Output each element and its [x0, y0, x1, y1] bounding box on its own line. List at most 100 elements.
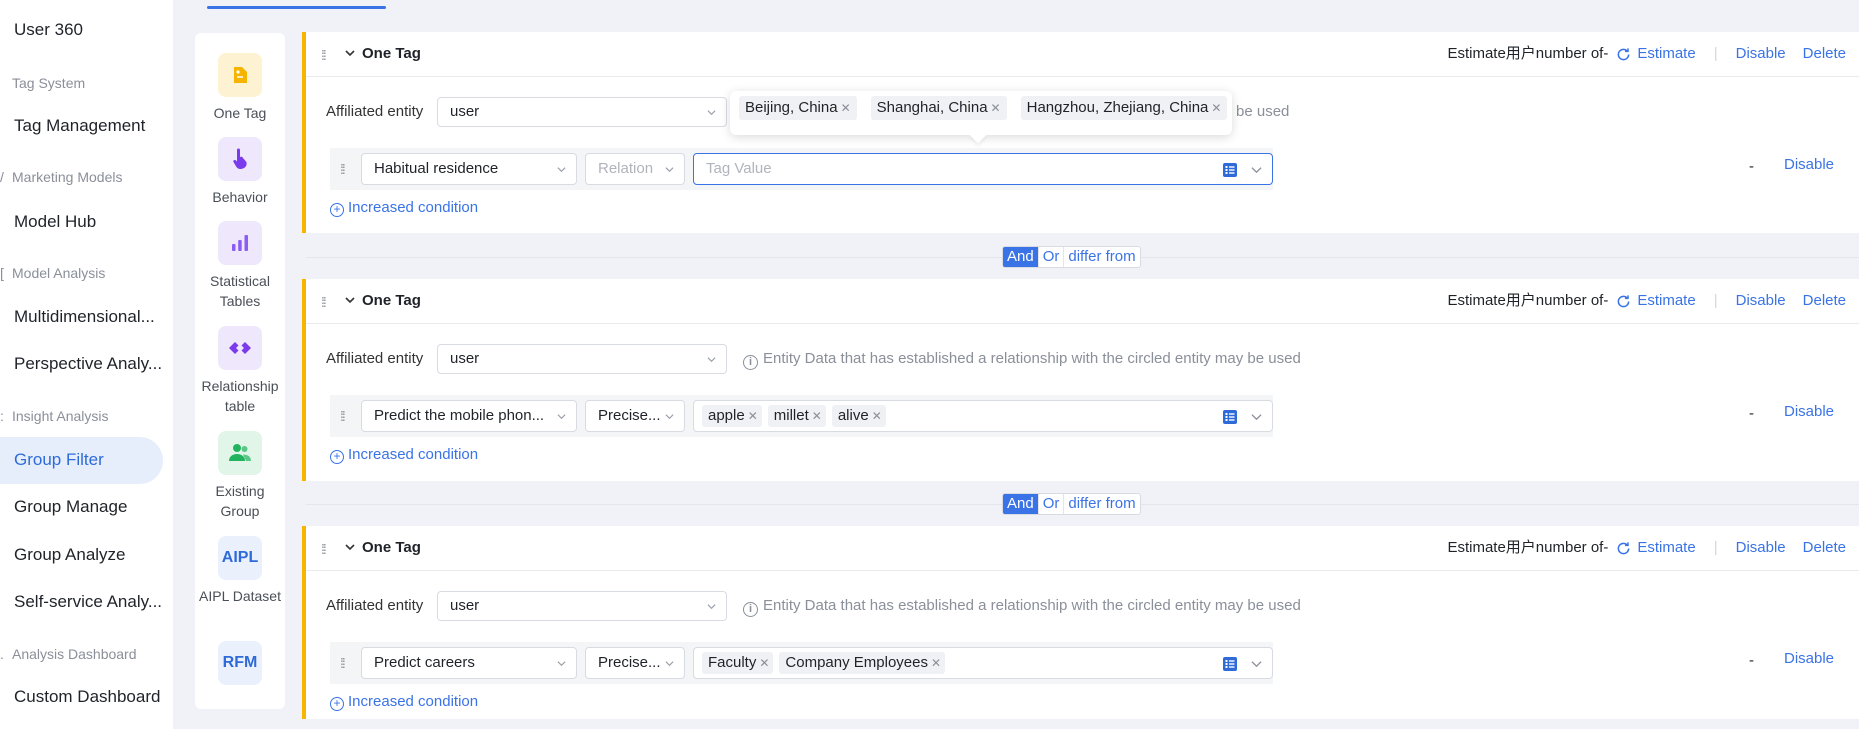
increased-condition-button[interactable]: + Increased condition	[330, 692, 478, 712]
relationship-icon	[218, 326, 262, 370]
logic-differ-button[interactable]: differ from	[1064, 494, 1139, 514]
chevron-down-icon[interactable]	[343, 293, 357, 307]
popover-value-chip[interactable]: Beijing, China ✕	[739, 96, 857, 120]
tag-value-input[interactable]: apple ✕ millet ✕ alive ✕	[693, 400, 1273, 432]
affiliated-entity-select[interactable]: user	[437, 344, 727, 374]
chevron-down-icon[interactable]	[343, 46, 357, 60]
nav-group-manage[interactable]: Group Manage	[14, 495, 164, 519]
delete-block-button[interactable]: Delete	[1803, 538, 1846, 558]
palette-rfm[interactable]: RFM	[195, 641, 285, 685]
nav-perspective-analysis[interactable]: Perspective Analy...	[14, 352, 164, 376]
logic-and-button[interactable]: And	[1003, 247, 1039, 267]
drag-handle-icon[interactable]: ⁞⁞	[340, 409, 346, 423]
nav-group-label: Analysis Dashboard	[12, 646, 137, 662]
nav-tag-management[interactable]: Tag Management	[14, 114, 164, 138]
nav-group-analyze[interactable]: Group Analyze	[14, 543, 164, 567]
nav-model-hub[interactable]: Model Hub	[14, 210, 164, 234]
drag-handle-icon[interactable]: ⁞⁞	[321, 295, 327, 309]
disable-block-button[interactable]: Disable	[1736, 291, 1786, 311]
relation-placeholder: Relation	[598, 160, 654, 177]
plus-circle-icon: +	[330, 697, 344, 711]
increased-condition-button[interactable]: + Increased condition	[330, 198, 478, 218]
close-icon[interactable]: ✕	[872, 409, 882, 423]
palette-one-tag[interactable]: One Tag	[195, 53, 285, 123]
drag-handle-icon[interactable]: ⁞⁞	[321, 48, 327, 62]
affiliated-entity-select[interactable]: user	[437, 591, 727, 621]
drag-handle-icon[interactable]: ⁞⁞	[340, 656, 346, 670]
nav-group-label: Insight Analysis	[12, 408, 109, 424]
close-icon[interactable]: ✕	[759, 656, 769, 670]
disable-condition-button[interactable]: Disable	[1784, 403, 1834, 420]
block-header: ⁞⁞ One Tag Estimate用户number of- Estimate…	[306, 526, 1859, 571]
palette-behavior[interactable]: Behavior	[195, 137, 285, 207]
logic-and-button[interactable]: And	[1003, 494, 1039, 514]
logic-selector: And Or differ from	[1002, 493, 1141, 515]
drag-handle-icon[interactable]: ⁞⁞	[340, 162, 346, 176]
increased-condition-label: Increased condition	[348, 693, 479, 710]
list-select-icon[interactable]	[1222, 656, 1238, 672]
disable-condition-button[interactable]: Disable	[1784, 156, 1834, 173]
disable-block-button[interactable]: Disable	[1736, 538, 1786, 558]
list-select-icon[interactable]	[1222, 409, 1238, 425]
estimate-link[interactable]: Estimate	[1637, 291, 1695, 311]
palette-label: Statistical Tables	[210, 273, 270, 309]
relation-select[interactable]: Precise...	[585, 647, 685, 679]
refresh-icon[interactable]	[1616, 47, 1631, 62]
chevron-down-icon[interactable]	[1251, 411, 1262, 422]
chevron-down-icon[interactable]	[343, 540, 357, 554]
nav-user-360[interactable]: User 360	[14, 18, 164, 42]
tag-select[interactable]: Predict careers	[361, 647, 577, 679]
palette-statistical-tables[interactable]: Statistical Tables	[195, 221, 285, 311]
popover-value-chip[interactable]: Hangzhou, Zhejiang, China ✕	[1020, 96, 1228, 120]
drag-handle-icon[interactable]: ⁞⁞	[321, 542, 327, 556]
refresh-icon[interactable]	[1616, 294, 1631, 309]
estimate-link[interactable]: Estimate	[1637, 538, 1695, 558]
affiliated-entity-select[interactable]: user	[437, 97, 727, 127]
tag-value-input[interactable]: Tag Value	[693, 153, 1273, 185]
nav-group-filter[interactable]: Group Filter	[14, 448, 164, 472]
nav-multidimensional[interactable]: Multidimensional...	[14, 305, 164, 329]
nav-group-label: Model Analysis	[12, 265, 106, 281]
popover-value-chip[interactable]: Shanghai, China ✕	[870, 96, 1007, 120]
logic-or-button[interactable]: Or	[1039, 494, 1065, 514]
nav-self-service-analysis[interactable]: Self-service Analy...	[14, 590, 164, 614]
active-tab-indicator	[207, 6, 386, 9]
value-chips: apple ✕ millet ✕ alive ✕	[702, 405, 892, 427]
tag-select[interactable]: Habitual residence	[361, 153, 577, 185]
logic-or-button[interactable]: Or	[1039, 247, 1065, 267]
tag-value-input[interactable]: Faculty ✕ Company Employees ✕	[693, 647, 1273, 679]
palette-existing-group[interactable]: Existing Group	[195, 431, 285, 521]
palette-relationship-table[interactable]: Relationship table	[195, 326, 285, 416]
relation-select[interactable]: Relation	[585, 153, 685, 185]
delete-block-button[interactable]: Delete	[1803, 44, 1846, 64]
group-icon	[218, 431, 262, 475]
disable-block-button[interactable]: Disable	[1736, 44, 1786, 64]
logic-differ-button[interactable]: differ from	[1064, 247, 1139, 267]
value-chip: apple ✕	[702, 405, 762, 427]
refresh-icon[interactable]	[1616, 541, 1631, 556]
logic-selector: And Or differ from	[1002, 246, 1141, 268]
close-icon[interactable]: ✕	[1211, 101, 1221, 115]
estimate-link[interactable]: Estimate	[1637, 44, 1695, 64]
delete-block-button[interactable]: Delete	[1803, 291, 1846, 311]
chevron-down-icon[interactable]	[1251, 164, 1262, 175]
selected-value: Predict careers	[374, 654, 475, 671]
divider: |	[1713, 45, 1718, 62]
palette-aipl-dataset[interactable]: AIPL AIPL Dataset	[195, 536, 285, 606]
condition-row: ⁞⁞ Predict careers Precise... Faculty ✕ Co…	[330, 642, 1273, 684]
close-icon[interactable]: ✕	[991, 101, 1001, 115]
selected-value: Habitual residence	[374, 160, 499, 177]
tag-select[interactable]: Predict the mobile phon...	[361, 400, 577, 432]
nav-custom-dashboard[interactable]: Custom Dashboard	[14, 685, 164, 709]
rfm-icon: RFM	[218, 641, 262, 685]
tag-condition-block: ⁞⁞ One Tag Estimate用户number of- Estimate…	[302, 279, 1859, 481]
close-icon[interactable]: ✕	[931, 656, 941, 670]
increased-condition-button[interactable]: + Increased condition	[330, 445, 478, 465]
relation-select[interactable]: Precise...	[585, 400, 685, 432]
close-icon[interactable]: ✕	[812, 409, 822, 423]
close-icon[interactable]: ✕	[841, 101, 851, 115]
chevron-down-icon[interactable]	[1251, 658, 1262, 669]
close-icon[interactable]: ✕	[748, 409, 758, 423]
list-select-icon[interactable]	[1222, 162, 1238, 178]
disable-condition-button[interactable]: Disable	[1784, 650, 1834, 667]
